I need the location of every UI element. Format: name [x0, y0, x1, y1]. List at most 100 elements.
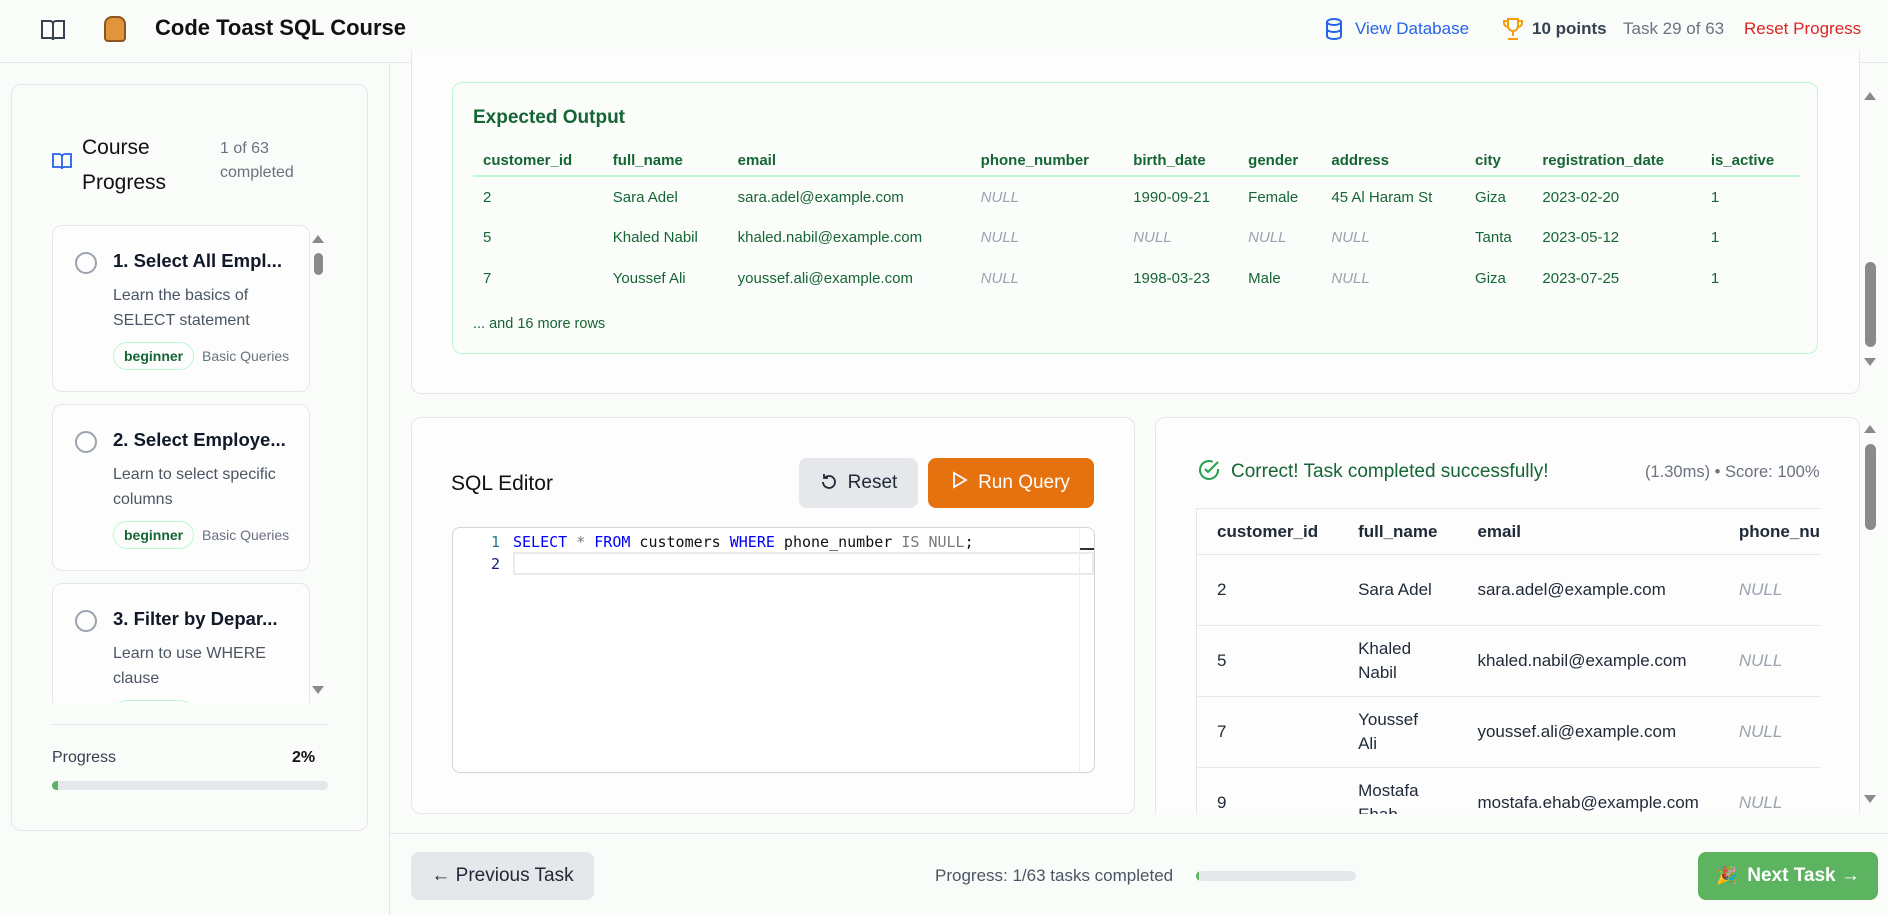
next-task-label: Next Task →	[1747, 865, 1860, 886]
task-description: Learn the basics of SELECT statement	[113, 287, 250, 329]
table-cell: NULL	[1718, 696, 1821, 768]
table-cell: 45 Al Haram St	[1331, 188, 1433, 206]
code-token: IS	[901, 533, 920, 551]
table-row: 9Mostafa Ehabmostafa.ehab@example.comNUL…	[1196, 767, 1821, 814]
column-header: full_name	[602, 146, 728, 177]
column-header: phone_nun	[1718, 508, 1821, 555]
task-description: Learn to select specific columns	[113, 466, 276, 508]
code-line-1[interactable]: SELECT * FROM customers WHERE phone_numb…	[513, 533, 974, 551]
table-cell: youssef.ali@example.com	[1457, 696, 1719, 768]
results-scroll-down[interactable]	[1864, 795, 1876, 803]
expected-output: Expected Output customer_id full_name emai…	[452, 82, 1818, 354]
task-card[interactable]: 2. Select Employe... Learn to select spe…	[52, 404, 310, 571]
task-status-radio[interactable]	[75, 610, 97, 632]
code-token: SELECT	[513, 533, 568, 551]
results-panel: Correct! Task completed successfully! (1…	[1155, 417, 1860, 814]
sql-editor-title: SQL Editor	[451, 472, 553, 495]
table-cell: sara.adel@example.com	[737, 188, 904, 206]
column-header: customer_id	[1196, 508, 1339, 555]
code-token: *	[576, 533, 586, 551]
results-scroll-up[interactable]	[1864, 425, 1876, 433]
reset-button[interactable]: Reset	[799, 458, 918, 508]
difficulty-badge: beginner	[113, 521, 195, 549]
code-token: phone_number	[774, 533, 902, 551]
table-cell: Sara Adel	[612, 188, 678, 206]
scroll-down-arrow[interactable]	[312, 686, 324, 694]
table-cell: 2023-07-25	[1542, 270, 1620, 287]
overview-ruler-cursor	[1080, 548, 1094, 550]
table-cell: youssef.ali@example.com	[737, 270, 913, 287]
task-card[interactable]: 1. Select All Empl... Learn the basics o…	[52, 225, 310, 392]
table-cell: NULL	[1718, 767, 1821, 814]
main-scroll-up[interactable]	[1864, 92, 1876, 100]
table-row: 5 Khaled Nabil khaled.nabil@example.com NUL…	[1196, 625, 1821, 697]
footer-progress-bar	[1196, 871, 1356, 881]
table-cell: 5	[1196, 625, 1339, 697]
table-cell: 1	[1710, 270, 1720, 287]
reset-progress-link[interactable]: Reset Progress	[1744, 19, 1861, 39]
code-token: FROM	[594, 533, 631, 551]
table-cell: NULL	[1331, 270, 1370, 287]
table-cell: NULL	[980, 270, 1020, 287]
previous-task-button[interactable]: ← Previous Task	[411, 852, 594, 900]
book-open-icon[interactable]	[40, 18, 66, 47]
progress-percent: 2%	[292, 749, 316, 766]
column-header: city	[1465, 146, 1533, 177]
table-cell: Youssef Ali	[1338, 696, 1458, 768]
result-table-wrap: customer_idfull_nameemailphone_nun2Sara …	[1156, 418, 1821, 814]
code-token: customers	[630, 533, 730, 551]
column-header: customer_id	[473, 146, 603, 177]
table-cell: NULL	[1133, 229, 1172, 246]
toast-logo-icon	[104, 16, 126, 42]
current-line-highlight	[513, 552, 1094, 575]
table-cell: 1990-09-21	[1133, 188, 1210, 206]
task-status-radio[interactable]	[75, 431, 97, 453]
progress-bar	[52, 781, 328, 790]
next-task-button[interactable]: 🎉 Next Task →	[1698, 852, 1878, 900]
table-cell: 1	[1710, 229, 1720, 246]
task-status-radio[interactable]	[75, 252, 97, 274]
reset-label: Reset	[847, 472, 898, 493]
points-display: 10 points	[1532, 19, 1607, 38]
column-header: phone_number	[970, 146, 1124, 177]
table-row: 7 Youssef Ali youssef.ali@example.com NULL	[1196, 696, 1821, 768]
view-database-link[interactable]: View Database	[1355, 19, 1469, 39]
main-scrollbar[interactable]	[1865, 262, 1876, 347]
table-cell: sara.adel@example.com	[1457, 554, 1719, 626]
footer-bar: ← Previous Task Progress: 1/63 tasks com…	[390, 833, 1888, 915]
table-cell: 7	[483, 270, 492, 287]
task-category: Basic Queries	[202, 348, 290, 364]
task-card[interactable]: 3. Filter by Depar... Learn to use WHERE…	[52, 583, 310, 703]
table-cell: 2	[1196, 554, 1339, 626]
sql-editor-panel: SQL Editor Reset Run Query 1 2 SELECT * …	[411, 417, 1135, 814]
more-rows-note: ... and 16 more rows	[473, 316, 606, 332]
run-query-label: Run Query	[978, 472, 1070, 493]
course-progress-sidebar: Course Progress 1 of 63 completed 1. Sel…	[11, 84, 368, 831]
table-cell: Youssef Ali	[612, 270, 686, 287]
code-token: ;	[964, 533, 974, 551]
editor-scrollbar[interactable]	[1079, 528, 1080, 772]
table-row: 2 Sara Adel sara.adel@example.com NULL 1990-…	[473, 176, 1800, 217]
table-cell: NULL	[980, 229, 1020, 246]
code-token: NULL	[928, 533, 965, 551]
table-cell: Khaled Nabil	[1338, 625, 1458, 697]
book-icon	[52, 152, 72, 175]
table-cell: 2023-05-12	[1542, 229, 1620, 246]
table-cell: Giza	[1475, 188, 1506, 206]
results-scrollbar[interactable]	[1865, 444, 1876, 530]
code-editor[interactable]: 1 2 SELECT * FROM customers WHERE phone_…	[452, 527, 1095, 773]
table-cell: 1998-03-23	[1133, 270, 1210, 287]
run-query-button[interactable]: Run Query	[928, 458, 1094, 508]
task-list-scrollbar[interactable]	[314, 253, 323, 275]
main-scroll-down[interactable]	[1864, 358, 1876, 366]
app-title: Code Toast SQL Course	[155, 15, 407, 40]
table-cell: 7	[1196, 696, 1339, 768]
table-row: 2 Sara Adel sara.adel@example.com NULL	[1196, 554, 1821, 626]
database-icon	[1325, 18, 1343, 45]
task-title: 2. Select Employe...	[113, 429, 286, 450]
footer-progress-fill	[1196, 871, 1199, 881]
table-cell: Tanta	[1475, 229, 1512, 246]
code-token: WHERE	[729, 533, 775, 551]
scroll-up-arrow[interactable]	[312, 235, 324, 243]
table-cell: Female	[1248, 188, 1299, 206]
